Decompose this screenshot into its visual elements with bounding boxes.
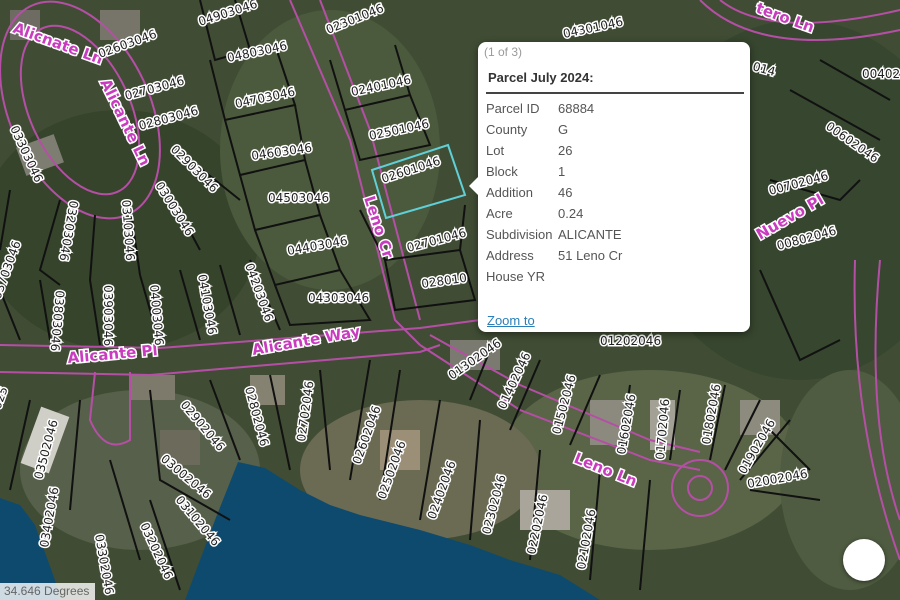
- attribute-value: 0.24: [558, 206, 584, 221]
- lot-label: 04503046: [268, 191, 329, 205]
- attribute-row: Acre 0.24: [486, 203, 622, 224]
- attribute-value: 51 Leno Cr: [558, 248, 623, 263]
- popup-pointer: [469, 176, 479, 196]
- attribute-value: 26: [558, 143, 573, 158]
- attribute-row: Addition 46: [486, 182, 622, 203]
- attribute-row: Address 51 Leno Cr: [486, 245, 622, 266]
- attribute-value: ALICANTE: [558, 227, 622, 242]
- attribute-value: [558, 266, 622, 287]
- attribute-label: Subdivision: [486, 227, 553, 242]
- parcel-info-popup: (1 of 3) Parcel July 2024: Parcel ID 6888…: [469, 42, 750, 332]
- attribute-label: House YR: [486, 269, 546, 284]
- popup-pager: (1 of 3): [484, 45, 523, 59]
- zoom-to-link[interactable]: Zoom to: [487, 313, 535, 328]
- attribute-value: 1: [558, 164, 566, 179]
- attribute-row: Block 1: [486, 161, 622, 182]
- lot-label: 03903046: [101, 285, 115, 346]
- lot-label: 01202046: [600, 334, 661, 348]
- parcel-attribute-table: Parcel ID 68884 County G Lot 26 Block 1 Addi…: [486, 98, 622, 287]
- attribute-value: G: [558, 122, 569, 137]
- lot-label: 00402: [862, 67, 900, 81]
- lot-label: 04303046: [308, 291, 369, 305]
- attribute-label: County: [486, 122, 528, 137]
- popup-divider: [486, 92, 744, 94]
- attribute-label: Address: [486, 248, 534, 263]
- attribute-row: Parcel ID 68884: [486, 98, 622, 119]
- attribute-row: Subdivision ALICANTE: [486, 224, 622, 245]
- compass-button[interactable]: [843, 539, 885, 581]
- attribute-row: County G: [486, 119, 622, 140]
- rotation-readout: 34.646 Degrees: [0, 583, 96, 600]
- attribute-value: 68884: [558, 101, 595, 116]
- popup-title: Parcel July 2024:: [488, 70, 594, 85]
- map-canvas[interactable]: Alicnate Ln Alicante Ln Leno Cr Alicante…: [0, 0, 900, 600]
- attribute-label: Lot: [486, 143, 505, 158]
- attribute-label: Parcel ID: [486, 101, 540, 116]
- attribute-label: Block: [486, 164, 518, 179]
- attribute-label: Acre: [486, 206, 513, 221]
- attribute-row: Lot 26: [486, 140, 622, 161]
- attribute-label: Addition: [486, 185, 533, 200]
- attribute-row: House YR: [486, 266, 622, 287]
- attribute-value: 46: [558, 185, 573, 200]
